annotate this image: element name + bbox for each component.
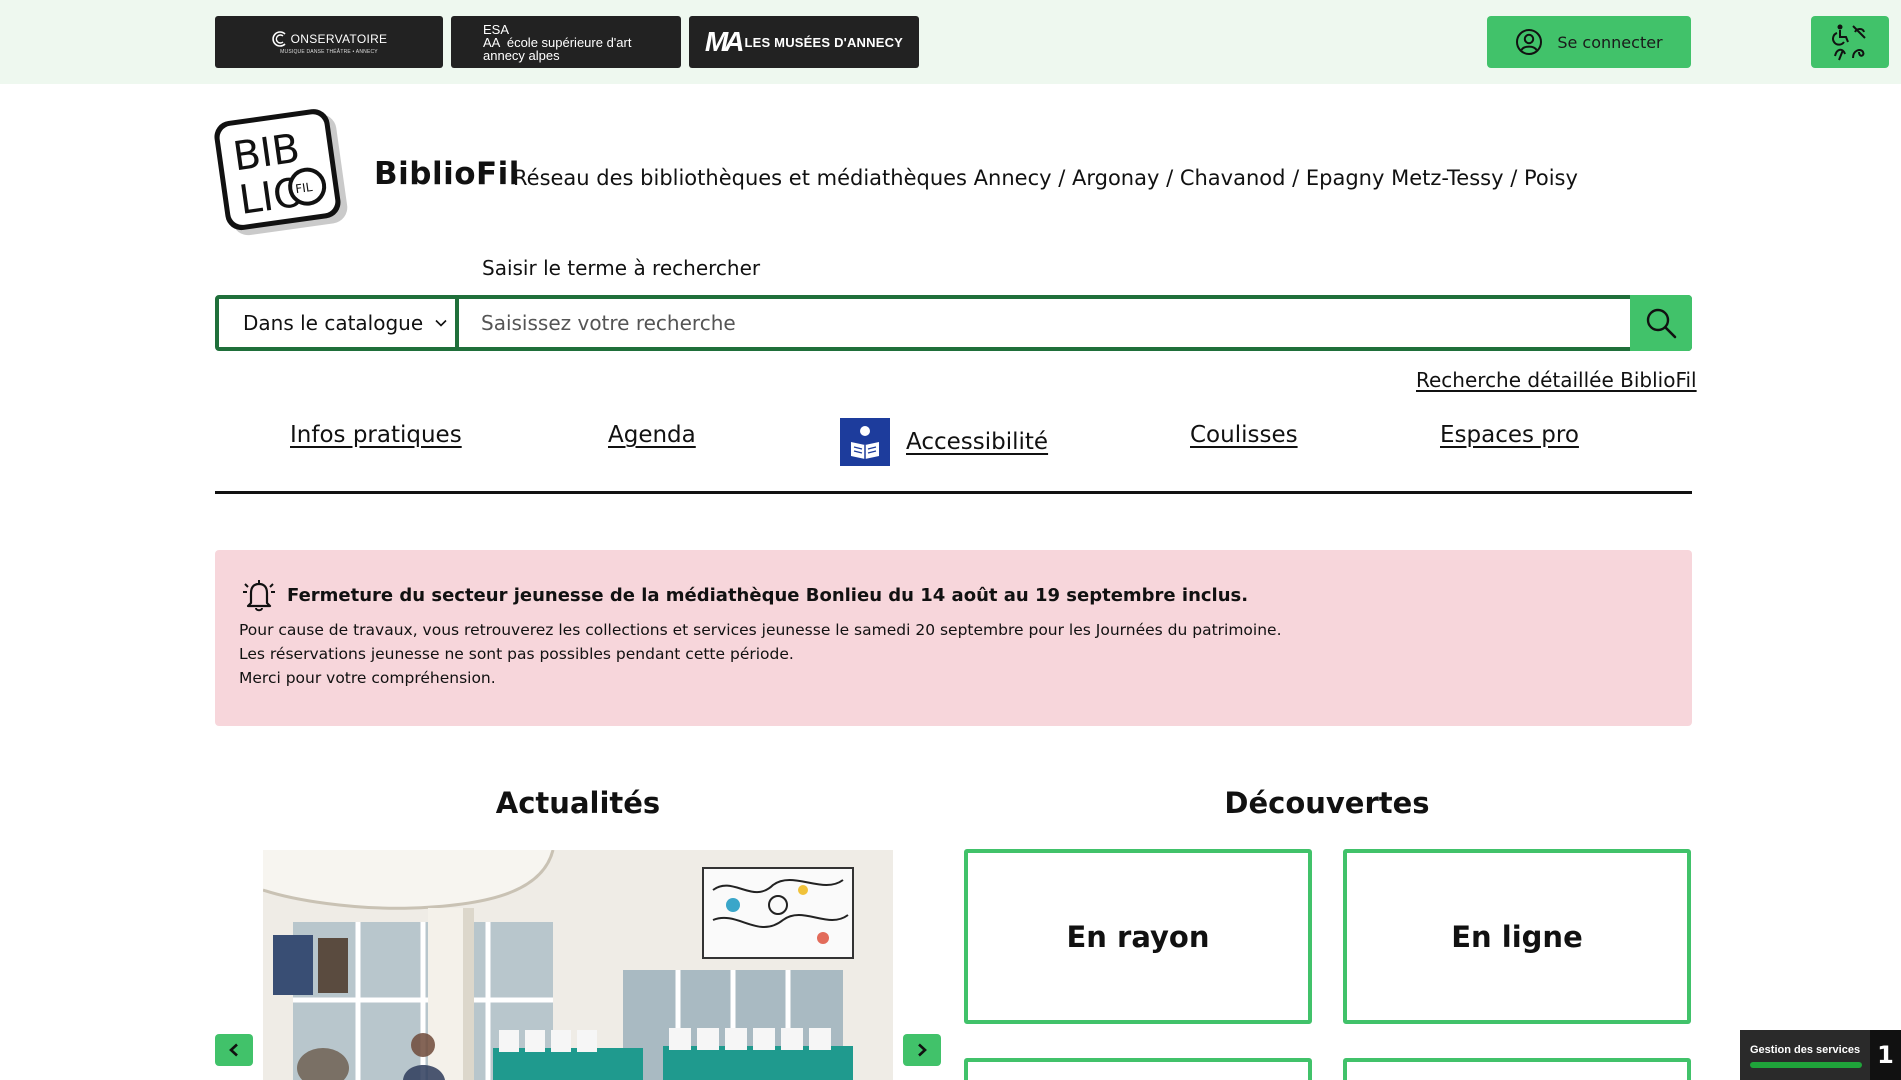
search-form: Dans le catalogue — [215, 295, 1692, 351]
top-bar: ONSERVATOIRE MUSIQUE DANSE THÉÂTRE • ANN… — [0, 0, 1901, 84]
advanced-search-link[interactable]: Recherche détaillée BiblioFil — [1416, 368, 1697, 392]
alert-line: Les réservations jeunesse ne sont pas po… — [239, 645, 794, 663]
alert-line: Merci pour votre compréhension. — [239, 669, 496, 687]
search-submit-button[interactable] — [1630, 295, 1692, 351]
bell-icon — [243, 580, 275, 612]
nav-accessibilite[interactable]: Accessibilité — [840, 418, 1048, 466]
accessibility-pictograms-icon — [1832, 24, 1866, 61]
nav-infos-pratiques[interactable]: Infos pratiques — [290, 422, 462, 448]
search-icon — [1646, 308, 1677, 339]
login-button[interactable]: Se connecter — [1487, 16, 1691, 68]
news-carousel-image[interactable] — [263, 850, 893, 1080]
search-scope-label: Dans le catalogue — [243, 311, 424, 335]
cookie-services-bar — [1750, 1062, 1862, 1068]
nav-espaces-pro[interactable]: Espaces pro — [1440, 422, 1579, 448]
esa-line-1: ESA — [483, 21, 510, 37]
esa-link[interactable]: ESA AA école supérieure d'art annecy alp… — [451, 16, 681, 68]
discover-tile[interactable] — [964, 1058, 1312, 1080]
esa-line-3: annecy alpes — [483, 47, 560, 63]
discover-en-rayon-tile[interactable]: En rayon — [964, 849, 1312, 1024]
decouvertes-heading: Découvertes — [1224, 786, 1430, 820]
main-nav: Infos pratiques Agenda Accessibilité Cou… — [215, 410, 1692, 494]
chevron-left-icon — [229, 1043, 238, 1057]
musees-mark: MA — [704, 26, 744, 57]
esa-logo: ESA AA école supérieure d'art annecy alp… — [483, 23, 631, 62]
conservatoire-name: ONSERVATOIRE — [290, 31, 388, 46]
musees-link[interactable]: MA LES MUSÉES D'ANNECY — [689, 16, 919, 68]
discover-tile[interactable] — [1343, 1058, 1691, 1080]
bibliofil-logo[interactable]: BIB LIO FIL — [212, 108, 352, 238]
cookie-services-widget[interactable]: Gestion des services 1 — [1740, 1030, 1901, 1080]
user-icon — [1516, 29, 1543, 55]
conservatoire-logo: ONSERVATOIRE MUSIQUE DANSE THÉÂTRE • ANN… — [271, 30, 388, 55]
discover-tile-label: En rayon — [1066, 919, 1210, 954]
musees-logo: MA LES MUSÉES D'ANNECY — [705, 26, 903, 58]
discover-en-ligne-tile[interactable]: En ligne — [1343, 849, 1691, 1024]
conservatoire-c-icon — [272, 30, 286, 47]
site-brand: BiblioFil — [374, 156, 520, 192]
esa-line-2: AA école supérieure d'art — [483, 34, 632, 50]
svg-text:FIL: FIL — [294, 180, 313, 196]
discover-tile-label: En ligne — [1451, 919, 1583, 954]
musees-name: LES MUSÉES D'ANNECY — [744, 34, 904, 50]
alert-body: Pour cause de travaux, vous retrouverez … — [239, 618, 1668, 690]
accessibility-tools-button[interactable] — [1811, 16, 1889, 68]
carousel-prev-button[interactable] — [215, 1034, 253, 1066]
search-scope-select[interactable]: Dans le catalogue — [219, 299, 459, 347]
alert-line: Pour cause de travaux, vous retrouverez … — [239, 621, 1282, 639]
chevron-right-icon — [918, 1043, 927, 1057]
site-tagline: Réseau des bibliothèques et médiathèques… — [513, 166, 1578, 190]
library-interior-photo — [263, 850, 893, 1080]
easy-to-read-icon — [840, 418, 890, 466]
nav-accessibilite-label: Accessibilité — [906, 429, 1049, 455]
conservatoire-subtitle: MUSIQUE DANSE THÉÂTRE • ANNECY — [280, 48, 378, 55]
login-label: Se connecter — [1557, 32, 1663, 52]
nav-agenda[interactable]: Agenda — [608, 422, 696, 448]
bibliofil-logo-mark: BIB LIO FIL — [214, 109, 348, 236]
search-label: Saisir le terme à rechercher — [482, 256, 761, 280]
chevron-down-icon — [435, 319, 447, 327]
nav-coulisses[interactable]: Coulisses — [1190, 422, 1298, 448]
carousel-next-button[interactable] — [903, 1034, 941, 1066]
cookie-services-label: Gestion des services — [1750, 1044, 1861, 1056]
alert-title: Fermeture du secteur jeunesse de la médi… — [287, 584, 1249, 606]
search-input[interactable] — [459, 299, 1630, 347]
closure-alert: Fermeture du secteur jeunesse de la médi… — [215, 550, 1692, 726]
cookie-services-count: 1 — [1870, 1030, 1901, 1080]
conservatoire-link[interactable]: ONSERVATOIRE MUSIQUE DANSE THÉÂTRE • ANN… — [215, 16, 443, 68]
actualites-heading: Actualités — [495, 786, 661, 820]
